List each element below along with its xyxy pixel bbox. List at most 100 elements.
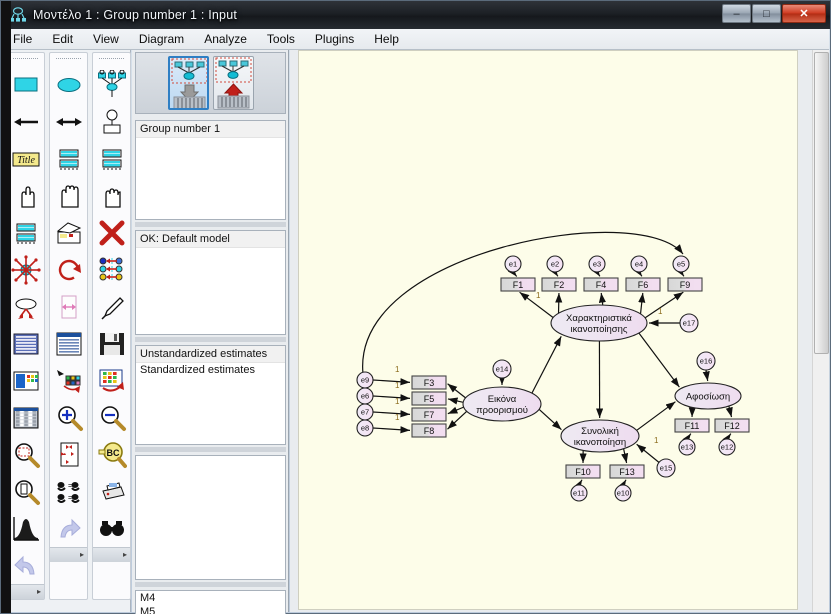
- redo-icon[interactable]: [50, 510, 87, 547]
- undo-icon[interactable]: [7, 547, 44, 584]
- pane-splitter-3[interactable]: [135, 447, 286, 452]
- latent-label2-synoliki: ικανοποίηση: [574, 437, 626, 448]
- deselect-all-objects-icon[interactable]: [93, 177, 130, 214]
- select-all-objects-icon[interactable]: [50, 177, 87, 214]
- estimates-row-standardized[interactable]: Standardized estimates: [136, 363, 285, 377]
- zoom-out-icon[interactable]: [93, 399, 130, 436]
- view-input-path-diagram[interactable]: [167, 56, 209, 110]
- tool-column-1: Title ▸: [6, 52, 45, 600]
- observed-label-F2: F2: [554, 280, 565, 290]
- list-variables-in-model-icon[interactable]: [50, 140, 87, 177]
- print-icon[interactable]: [93, 473, 130, 510]
- bell-curve-icon[interactable]: [7, 510, 44, 547]
- select-data-file-icon[interactable]: [7, 325, 44, 362]
- tool-column-overflow-button[interactable]: ▸: [93, 547, 130, 562]
- draw-observed-variable-icon[interactable]: [7, 66, 44, 103]
- models-pane-header[interactable]: OK: Default model: [136, 231, 285, 248]
- preserve-symmetries-icon[interactable]: [93, 251, 130, 288]
- observed-label-F11: F11: [685, 421, 700, 431]
- list-variables-in-dataset-icon[interactable]: [7, 214, 44, 251]
- observed-label-F7: F7: [424, 410, 435, 420]
- text-output-icon[interactable]: [50, 325, 87, 362]
- path-diagram-canvas[interactable]: Χαρακτηριστικά ικανοποίησης Εικόνα προορισμ…: [298, 50, 798, 610]
- tool-column-grip[interactable]: [99, 58, 124, 64]
- draw-covariance-icon[interactable]: [50, 103, 87, 140]
- groups-pane-header[interactable]: Group number 1: [136, 121, 285, 138]
- error-label-e13: e13: [681, 443, 694, 452]
- search-icon[interactable]: [93, 510, 130, 547]
- tool-column-grip[interactable]: [13, 58, 38, 64]
- analysis-properties-icon[interactable]: [7, 362, 44, 399]
- model-info-panel: Group number 1 OK: Default model Unstand…: [132, 50, 289, 614]
- pane-splitter-1[interactable]: [135, 222, 286, 227]
- menu-item-tools[interactable]: Tools: [258, 30, 304, 48]
- calculate-estimates-icon[interactable]: [93, 362, 130, 399]
- drag-properties-icon[interactable]: [50, 362, 87, 399]
- resize-path-diagram-icon[interactable]: [50, 288, 87, 325]
- touch-up-variable-icon[interactable]: [93, 288, 130, 325]
- tool-column-grip[interactable]: [56, 58, 81, 64]
- latent-label2-char: ικανοποίησης: [571, 324, 628, 335]
- canvas-vertical-scrollbar[interactable]: [812, 50, 829, 612]
- menu-item-diagram[interactable]: Diagram: [130, 30, 193, 48]
- duplicate-objects-icon[interactable]: [50, 214, 87, 251]
- error-label-e11: e11: [573, 489, 585, 498]
- move-objects-icon[interactable]: [7, 251, 44, 288]
- tool-palette: Title ▸ = = ▸ BC ▸: [2, 50, 131, 612]
- add-unique-variable-icon[interactable]: [93, 103, 130, 140]
- path-coefficient-label: 1: [654, 436, 659, 445]
- estimates-row-unstandardized[interactable]: Unstandardized estimates: [136, 346, 285, 363]
- svg-text:=: =: [68, 483, 72, 490]
- observed-label-F12: F12: [724, 421, 740, 431]
- minimize-button[interactable]: –: [722, 4, 751, 23]
- groups-pane[interactable]: Group number 1: [135, 120, 286, 220]
- menu-item-view[interactable]: View: [84, 30, 128, 48]
- models-pane[interactable]: OK: Default model: [135, 230, 286, 335]
- pane-splitter-4[interactable]: [135, 582, 286, 587]
- object-properties-icon[interactable]: [7, 399, 44, 436]
- estimates-pane[interactable]: Unstandardized estimates Standardized es…: [135, 345, 286, 445]
- tool-column-overflow-button[interactable]: ▸: [50, 547, 87, 562]
- latent-label-synoliki: Συνολική: [581, 426, 619, 437]
- window-left-shadow: [1, 1, 11, 613]
- path-coefficient-label: 1: [536, 291, 541, 300]
- draw-path-icon[interactable]: [7, 103, 44, 140]
- draw-latent-with-indicators-icon[interactable]: [93, 66, 130, 103]
- shape-of-object-icon[interactable]: [7, 288, 44, 325]
- magnify-area-icon[interactable]: [7, 436, 44, 473]
- blank-pane[interactable]: [135, 455, 286, 580]
- tool-column-overflow-button[interactable]: ▸: [7, 584, 44, 599]
- observed-label-F13: F13: [619, 467, 635, 477]
- rotate-indicators-icon[interactable]: [50, 251, 87, 288]
- select-one-object-icon[interactable]: [7, 177, 44, 214]
- file-row-m5[interactable]: M5: [136, 605, 285, 614]
- menu-item-analyze[interactable]: Analyze: [195, 30, 256, 48]
- canvas-scroll-thumb[interactable]: [814, 52, 829, 354]
- error-label-e7: e7: [361, 408, 369, 417]
- erase-objects-icon[interactable]: [93, 214, 130, 251]
- zoom-in-icon[interactable]: [50, 399, 87, 436]
- error-label-e4: e4: [635, 260, 643, 269]
- draw-unobserved-variable-icon[interactable]: [50, 66, 87, 103]
- files-pane[interactable]: M4 M5: [135, 590, 286, 614]
- fit-to-page-icon[interactable]: [50, 436, 87, 473]
- menu-item-plugins[interactable]: Plugins: [306, 30, 363, 48]
- view-output-path-diagram[interactable]: [212, 56, 254, 110]
- pane-splitter-2[interactable]: [135, 337, 286, 342]
- error-label-e2: e2: [551, 260, 559, 269]
- file-row-m4[interactable]: M4: [136, 591, 285, 605]
- multiple-group-analysis-icon[interactable]: = =: [50, 473, 87, 510]
- window-title: Μοντέλο 1 : Group number 1 : Input: [33, 8, 238, 22]
- menu-item-help[interactable]: Help: [365, 30, 408, 48]
- list-model-variables-icon[interactable]: [93, 140, 130, 177]
- figure-caption-icon[interactable]: Title: [7, 140, 44, 177]
- path-coefficient-label: 1: [395, 397, 400, 406]
- close-button[interactable]: ✕: [782, 4, 826, 23]
- maximize-button[interactable]: □: [752, 4, 781, 23]
- menu-item-edit[interactable]: Edit: [43, 30, 82, 48]
- fit-page-icon[interactable]: [7, 473, 44, 510]
- bayesian-estimation-icon[interactable]: BC: [93, 436, 130, 473]
- save-icon[interactable]: [93, 325, 130, 362]
- path-coefficient-label: 1: [658, 307, 663, 316]
- observed-label-F3: F3: [424, 378, 435, 388]
